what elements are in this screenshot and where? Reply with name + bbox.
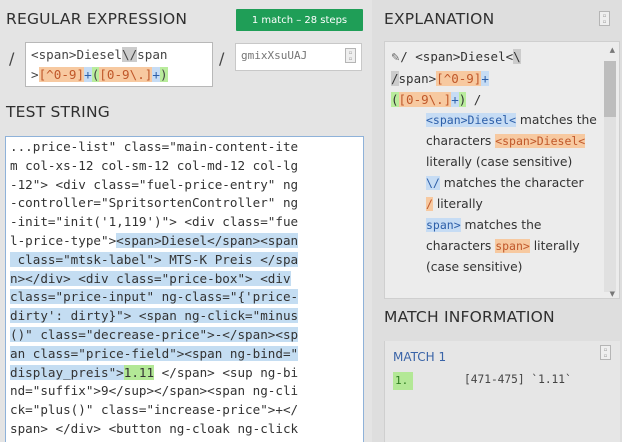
- flags-input[interactable]: [241, 49, 341, 62]
- match-highlight: dirty': dirty}"> <span ng-click="minus: [10, 308, 299, 324]
- match-label: MATCH 1: [393, 350, 447, 364]
- test-text: -init="init('1,119')"> <div class="fue: [10, 214, 299, 230]
- test-line: span> </div> <button ng-cloak ng-click: [10, 420, 363, 439]
- test-text: span> </div> <button ng-cloak ng-click: [10, 420, 299, 436]
- match-highlight: class="mtsk-label"> MTS-K Preis </spa: [10, 251, 299, 267]
- test-line: l-price-type"><span>Diesel</span><span: [10, 232, 363, 251]
- explanation-item-literal-2: span> matches the: [426, 218, 542, 232]
- test-text: -12"> <div class="fuel-price-entry" ng: [10, 176, 299, 192]
- regex-quantifier: +: [84, 67, 92, 82]
- test-line: nd="suffix">9</sup></span><span ng-cli: [10, 382, 363, 401]
- match-highlight: class="price-input" ng-class="{'price-: [10, 289, 299, 305]
- regex-group-close: ): [159, 67, 168, 82]
- pin-icon: ✎: [391, 51, 401, 64]
- match-highlight: n></div> <div class="price-box"> <div: [10, 270, 291, 286]
- test-line: dirty': dirty}"> <span ng-click="minus: [10, 307, 363, 326]
- test-string-title: TEST STRING: [6, 103, 110, 121]
- test-line: m col-xs-12 col-sm-12 col-md-12 col-lg: [10, 157, 363, 176]
- collapse-icon[interactable]: ▫ ▫: [599, 11, 610, 26]
- test-text: </span> <sup ng-bi: [154, 364, 299, 380]
- test-line: -init="init('1,119')"> <div class="fue: [10, 213, 363, 232]
- match-info-box: ▫ ▫ MATCH 1 1. [471-475] `1.11`: [384, 341, 620, 442]
- scrollbar-thumb[interactable]: [604, 61, 616, 117]
- match-group-range: [471-475] `1.11`: [464, 373, 572, 386]
- captured-group-highlight: 1.11: [123, 364, 155, 380]
- match-group-number: 1.: [393, 372, 413, 390]
- explanation-item-escape: \/ matches the character: [426, 176, 584, 190]
- regex-literal: <span>Diesel: [31, 47, 122, 62]
- match-info-tiny-icon[interactable]: ▫ ▫: [600, 345, 611, 360]
- regex-quantifier-2: +: [152, 67, 160, 82]
- test-line: ck="plus()" class="increase-price">+</: [10, 401, 363, 420]
- test-line: n></div> <div class="price-box"> <div: [10, 270, 363, 289]
- flags-field[interactable]: ▫▫: [235, 43, 362, 71]
- explanation-regex-line: ✎/ <span>Diesel<\: [391, 49, 521, 64]
- test-line: class="price-input" ng-class="{'price-: [10, 288, 363, 307]
- regex-char-class: [^0-9]: [38, 67, 85, 82]
- right-panel: EXPLANATION ▫ ▫ ✎/ <span>Diesel<\ /span>[…: [372, 0, 622, 442]
- explanation-content: ✎/ <span>Diesel<\ /span>[^0-9]+ ([0-9\.]…: [391, 46, 601, 278]
- test-text: -controller="SpritsortenController" ng: [10, 195, 299, 211]
- match-highlight: <span>Diesel</span><span: [116, 232, 299, 248]
- test-line: display_preis">1.11 </span> <sup ng-bi: [10, 364, 363, 383]
- test-text: m col-xs-12 col-sm-12 col-md-12 col-lg: [10, 157, 299, 173]
- match-info-title: MATCH INFORMATION: [384, 308, 555, 326]
- regex-open-delimiter: /: [9, 49, 15, 68]
- explanation-box: ✎/ <span>Diesel<\ /span>[^0-9]+ ([0-9\.]…: [384, 41, 620, 299]
- match-highlight: an class="price-field"><span ng-bind=": [10, 345, 299, 361]
- regex-input[interactable]: <span>Diesel\/span >[^0-9]+([0-9\.]+): [25, 42, 213, 87]
- regex-section-title: REGULAR EXPRESSION: [6, 10, 188, 28]
- regex-escape: \/: [122, 47, 138, 62]
- regex-literal-3: >: [31, 67, 39, 82]
- test-text: ck="plus()" class="increase-price">+</: [10, 402, 299, 418]
- explanation-title: EXPLANATION: [384, 10, 495, 28]
- test-line: ()" class="decrease-price">-</span><sp: [10, 326, 363, 345]
- match-highlight: display_preis">: [10, 364, 124, 380]
- explanation-scrollbar[interactable]: [604, 61, 616, 292]
- test-line: -controller="SpritsortenController" ng: [10, 194, 363, 213]
- match-highlight: ()" class="decrease-price">-</span><sp: [10, 326, 299, 342]
- scroll-up-icon[interactable]: ▲: [610, 46, 615, 54]
- left-panel: REGULAR EXPRESSION 1 match – 28 steps / …: [0, 0, 372, 442]
- regex-literal-2: span: [137, 47, 168, 62]
- test-line: ...price-list" class="main-content-ite: [10, 138, 363, 157]
- match-count-badge: 1 match – 28 steps: [236, 9, 363, 31]
- test-line: -12"> <div class="fuel-price-entry" ng: [10, 176, 363, 195]
- explanation-item-literal: <span>Diesel< matches the: [426, 113, 597, 127]
- scroll-down-icon[interactable]: ▼: [610, 290, 615, 298]
- test-text: l-price-type">: [10, 232, 117, 248]
- regex-char-class-2: [0-9\.]: [99, 67, 153, 82]
- test-line: an class="price-field"><span ng-bind=": [10, 345, 363, 364]
- test-text: nd="suffix">9</sup></span><span ng-cli: [10, 383, 299, 399]
- regex-close-delimiter: /: [219, 49, 225, 68]
- test-text: ...price-list" class="main-content-ite: [10, 139, 299, 154]
- test-string-editor[interactable]: ...price-list" class="main-content-ite m …: [5, 136, 364, 442]
- test-line: class="mtsk-label"> MTS-K Preis </spa: [10, 251, 363, 270]
- tiny-copy-icon[interactable]: ▫ ▫: [345, 48, 356, 63]
